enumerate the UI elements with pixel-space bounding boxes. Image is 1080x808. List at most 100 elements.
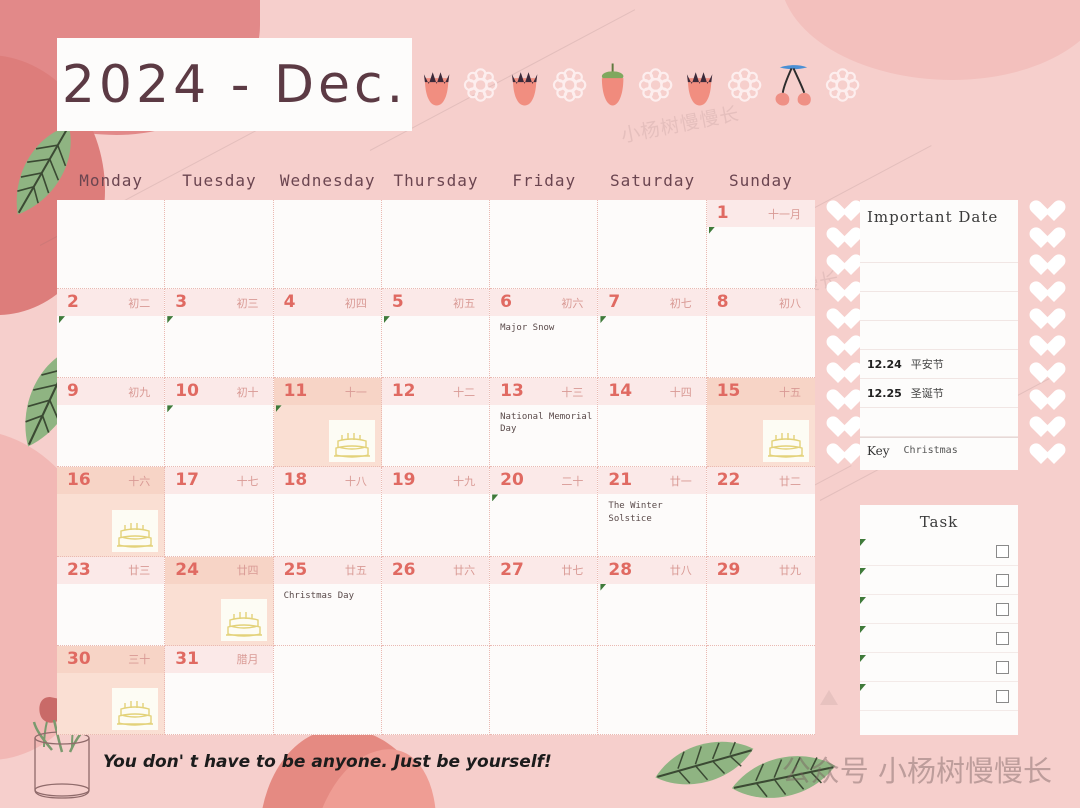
day-header: 2 初二 bbox=[57, 289, 165, 317]
important-date-row[interactable] bbox=[860, 408, 1018, 437]
lunar-date-label: 廿九 bbox=[778, 564, 801, 578]
green-corner-marker-icon bbox=[860, 597, 866, 604]
calendar-day-cell[interactable]: 24 廿四 bbox=[165, 556, 274, 646]
day-number: 22 bbox=[716, 470, 741, 491]
task-row[interactable] bbox=[860, 624, 1018, 653]
green-corner-marker-icon bbox=[860, 568, 866, 575]
calendar-day-cell[interactable]: 15 十五 bbox=[706, 378, 815, 468]
day-number: 28 bbox=[608, 559, 633, 580]
key-label: Key bbox=[867, 443, 890, 458]
heart-icon bbox=[827, 281, 851, 303]
important-date-list[interactable]: 12.24 平安节 12.25 圣诞节 bbox=[860, 234, 1018, 437]
calendar-day-cell[interactable]: 29 廿九 bbox=[706, 556, 815, 646]
calendar-day-cell[interactable]: 8 初八 bbox=[706, 289, 815, 379]
calendar-day-cell[interactable]: 19 十九 bbox=[381, 467, 491, 557]
lunar-date-label: 初四 bbox=[344, 296, 367, 310]
day-number: 6 bbox=[500, 292, 512, 313]
green-corner-marker-icon bbox=[59, 316, 65, 324]
task-checkbox[interactable] bbox=[996, 573, 1009, 587]
calendar-day-cell[interactable]: 25 廿五 Christmas Day bbox=[273, 556, 382, 646]
calendar-empty-cell bbox=[381, 645, 491, 735]
calendar-day-cell[interactable]: 30 三十 bbox=[57, 645, 166, 735]
calendar-day-cell[interactable]: 12 十二 bbox=[381, 378, 491, 468]
task-row[interactable] bbox=[860, 682, 1018, 711]
day-number: 17 bbox=[175, 470, 199, 491]
calendar-day-cell[interactable]: 20 二十 bbox=[490, 467, 599, 557]
heart-divider-right bbox=[1028, 200, 1056, 735]
calendar-day-cell[interactable]: 21 廿一 The Winter Solstice bbox=[598, 467, 707, 557]
lunar-date-label: 廿五 bbox=[344, 564, 367, 578]
lunar-date-label: 十九 bbox=[453, 474, 476, 488]
calendar-grid[interactable]: 1 十一月 2 初二 3 初三 4 初四 5 初五 6 初六 Major Snow 7 初七 8 初八 9 初九 10… bbox=[57, 200, 815, 735]
green-corner-marker-icon bbox=[167, 316, 174, 324]
calendar-day-cell[interactable]: 11 十一 bbox=[273, 378, 382, 468]
important-date-row[interactable]: 12.25 圣诞节 bbox=[860, 379, 1018, 408]
lunar-date-label: 廿八 bbox=[669, 564, 692, 578]
calendar-day-cell[interactable]: 23 廿三 bbox=[57, 556, 166, 646]
calendar-day-cell[interactable]: 1 十一月 bbox=[706, 200, 815, 290]
tulip-bud-icon bbox=[687, 72, 713, 106]
important-date-name: 平安节 bbox=[910, 358, 944, 371]
task-checkbox[interactable] bbox=[996, 689, 1009, 703]
calendar-day-cell[interactable]: 2 初二 bbox=[57, 289, 166, 379]
page-title: 2024 - Dec. bbox=[61, 54, 408, 115]
lunar-date-label: 初三 bbox=[236, 296, 259, 310]
task-row[interactable] bbox=[860, 595, 1018, 624]
calendar-day-cell[interactable]: 13 十三 National Memorial Day bbox=[490, 378, 599, 468]
day-header: 12 十二 bbox=[381, 378, 490, 406]
calendar-day-cell[interactable]: 10 初十 bbox=[165, 378, 274, 468]
important-date-row[interactable] bbox=[860, 292, 1018, 321]
task-list[interactable] bbox=[860, 537, 1018, 711]
calendar-day-cell[interactable]: 28 廿八 bbox=[598, 556, 707, 646]
calendar-day-cell[interactable]: 14 十四 bbox=[598, 378, 707, 468]
important-date-row[interactable] bbox=[860, 263, 1018, 292]
important-date-value: 12.24 bbox=[867, 357, 902, 371]
task-checkbox[interactable] bbox=[996, 631, 1009, 645]
heart-icon bbox=[827, 308, 851, 330]
brand-watermark: 公众号 小杨树慢慢长 bbox=[781, 754, 1052, 788]
day-number: 15 bbox=[716, 381, 741, 402]
day-header: 14 十四 bbox=[598, 378, 706, 406]
calendar-day-cell[interactable]: 17 十七 bbox=[165, 467, 274, 557]
task-row[interactable] bbox=[860, 566, 1018, 595]
heart-icon bbox=[827, 416, 851, 438]
birthday-cake-icon bbox=[112, 509, 159, 552]
key-value: Christmas bbox=[903, 445, 958, 456]
heart-icon bbox=[827, 389, 851, 411]
birthday-cake-icon bbox=[328, 420, 375, 463]
day-header: 4 初四 bbox=[273, 289, 381, 317]
calendar-day-cell[interactable]: 27 廿七 bbox=[490, 556, 599, 646]
calendar-day-cell[interactable]: 26 廿六 bbox=[381, 556, 491, 646]
calendar-day-cell[interactable]: 6 初六 Major Snow bbox=[490, 289, 599, 379]
lunar-date-label: 廿四 bbox=[236, 564, 259, 578]
calendar-day-cell[interactable]: 18 十八 bbox=[273, 467, 382, 557]
lunar-date-label: 廿二 bbox=[778, 474, 801, 488]
heart-icon bbox=[827, 200, 851, 222]
day-number: 16 bbox=[67, 470, 91, 491]
calendar-empty-cell bbox=[165, 200, 274, 290]
important-date-panel: Important Date 12.24 平安节 12.25 圣诞节 Key Chri… bbox=[860, 200, 1018, 470]
calendar-day-cell[interactable]: 31 腊月 bbox=[165, 645, 274, 735]
task-row[interactable] bbox=[860, 537, 1018, 566]
tulip-bud-icon bbox=[423, 72, 450, 106]
lunar-date-label: 廿三 bbox=[128, 564, 151, 578]
task-checkbox[interactable] bbox=[996, 660, 1009, 674]
calendar-day-cell[interactable]: 7 初七 bbox=[598, 289, 707, 379]
day-header: 27 廿七 bbox=[490, 556, 598, 584]
calendar-day-cell[interactable]: 9 初九 bbox=[57, 378, 166, 468]
important-date-key-row: Key Christmas bbox=[860, 437, 1018, 463]
green-corner-marker-icon bbox=[860, 539, 866, 546]
important-date-row[interactable]: 12.24 平安节 bbox=[860, 350, 1018, 379]
calendar-day-cell[interactable]: 5 初五 bbox=[381, 289, 491, 379]
important-date-row[interactable] bbox=[860, 234, 1018, 263]
calendar-day-cell[interactable]: 4 初四 bbox=[273, 289, 382, 379]
task-checkbox[interactable] bbox=[996, 544, 1009, 558]
calendar-day-cell[interactable]: 3 初三 bbox=[165, 289, 274, 379]
day-header: 20 二十 bbox=[490, 467, 598, 495]
lunar-date-label: 十八 bbox=[344, 474, 367, 488]
important-date-row[interactable] bbox=[860, 321, 1018, 350]
calendar-day-cell[interactable]: 16 十六 bbox=[57, 467, 166, 557]
calendar-day-cell[interactable]: 22 廿二 bbox=[706, 467, 815, 557]
task-row[interactable] bbox=[860, 653, 1018, 682]
task-checkbox[interactable] bbox=[996, 602, 1009, 616]
